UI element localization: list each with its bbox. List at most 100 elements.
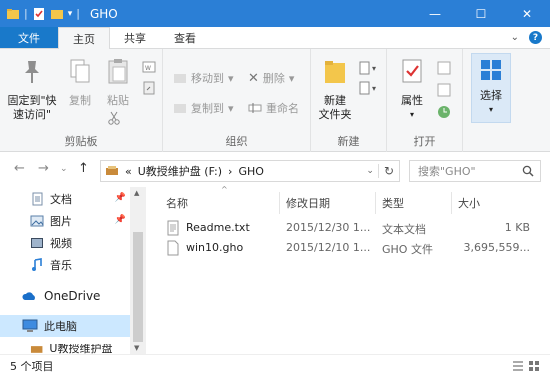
file-name: win10.gho xyxy=(186,241,244,254)
minimize-button[interactable]: — xyxy=(412,0,458,27)
address-folder[interactable]: GHO xyxy=(238,165,263,178)
back-button[interactable]: ← xyxy=(14,161,25,176)
new-folder-quick-icon[interactable] xyxy=(50,7,64,21)
file-type: 文本文档 xyxy=(382,223,426,236)
open-group: 属性 ▾ 打开 xyxy=(387,49,463,152)
nav-item-onedrive[interactable]: OneDrive xyxy=(0,285,130,307)
nav-item-videos[interactable]: 视频 xyxy=(0,232,130,254)
file-date: 2015/12/30 1... xyxy=(286,221,371,234)
search-icon[interactable] xyxy=(522,165,534,177)
pin-label-line1: 固定到"快 xyxy=(7,94,57,107)
pin-icon xyxy=(25,61,39,83)
properties-button[interactable]: 属性 ▾ xyxy=(395,57,429,122)
videos-icon xyxy=(31,238,43,248)
copy-label: 复制 xyxy=(69,94,91,107)
nav-label-this-pc: 此电脑 xyxy=(44,320,77,333)
item-count: 5 个项目 xyxy=(10,359,54,373)
collapse-ribbon-icon[interactable]: ⌄ xyxy=(511,32,519,43)
details-view-icon[interactable] xyxy=(512,360,524,372)
delete-button[interactable]: ✕ 删除 ▾ xyxy=(248,70,294,86)
scroll-down-icon[interactable]: ▼ xyxy=(134,344,139,352)
organize-group-label: 组织 xyxy=(225,135,248,148)
nav-item-drive-f[interactable]: U教授维护盘 (F:) xyxy=(0,344,130,354)
ribbon: 固定到"快 速访问" 复制 粘贴 W 剪贴板 移动到 ▾ 复制到 ▾ ✕ 删除 ▾ xyxy=(0,49,550,152)
clipboard-group-label: 剪贴板 xyxy=(64,135,98,148)
computer-icon xyxy=(22,319,38,332)
svg-text:▾: ▾ xyxy=(372,84,376,93)
properties-quick-icon[interactable] xyxy=(32,7,46,21)
easy-access-icon[interactable]: ▾ xyxy=(359,81,381,95)
open-icon[interactable] xyxy=(437,61,451,75)
address-bar[interactable]: « U教授维护盘 (F:) › GHO ⌄ ↻ xyxy=(100,160,400,182)
paste-icon xyxy=(108,59,128,84)
folder-app-icon[interactable] xyxy=(6,7,20,21)
nav-item-music[interactable]: 音乐 xyxy=(0,254,130,276)
copy-path-icon[interactable]: W xyxy=(142,61,156,73)
address-prefix[interactable]: « xyxy=(125,165,132,178)
new-folder-label-2: 文件夹 xyxy=(318,108,352,121)
pictures-icon xyxy=(30,215,44,227)
history-icon[interactable] xyxy=(437,105,451,119)
delete-label: 删除 xyxy=(262,72,285,85)
select-group: 选择 ▾ xyxy=(463,49,533,152)
forward-button[interactable]: → xyxy=(38,161,49,176)
nav-scrollbar[interactable]: ▲ ▼ xyxy=(130,187,146,354)
navigation-pane: 文档 📌 图片 📌 视频 音乐 OneDrive 此电脑 U教授维护盘 (F:) xyxy=(0,187,146,354)
up-button[interactable]: ↑ xyxy=(78,161,89,176)
tab-file[interactable]: 文件 xyxy=(0,27,58,48)
cut-icon[interactable] xyxy=(107,111,121,125)
copy-to-icon xyxy=(174,104,186,113)
text-file-icon xyxy=(167,220,179,236)
help-icon[interactable]: ? xyxy=(529,31,542,44)
new-item-icon[interactable]: ▾ xyxy=(359,61,381,75)
nav-item-pictures[interactable]: 图片 📌 xyxy=(0,210,130,232)
address-sep[interactable]: › xyxy=(228,165,232,178)
select-icon xyxy=(481,60,501,80)
address-dropdown-icon[interactable]: ⌄ xyxy=(366,166,374,176)
edit-icon[interactable] xyxy=(437,83,451,97)
table-row[interactable]: win10.gho 2015/12/10 1... GHO 文件 3,695,5… xyxy=(156,238,546,258)
close-button[interactable]: ✕ xyxy=(504,0,550,27)
move-to-button[interactable]: 移动到 ▾ xyxy=(173,70,234,86)
nav-label-drive-f: U教授维护盘 (F:) xyxy=(49,344,113,354)
pin-quick-access-button[interactable]: 固定到"快 速访问" xyxy=(4,57,60,122)
tab-share[interactable]: 共享 xyxy=(110,27,160,48)
paste-button[interactable]: 粘贴 xyxy=(100,57,136,108)
maximize-button[interactable]: ☐ xyxy=(458,0,504,27)
select-label: 选择 xyxy=(480,89,502,102)
recent-locations-button[interactable]: ⌄ xyxy=(60,164,68,174)
column-header-date[interactable]: 修改日期 xyxy=(280,192,376,214)
rename-button[interactable]: 重命名 xyxy=(248,100,299,116)
address-drive[interactable]: U教授维护盘 (F:) xyxy=(138,163,222,179)
nav-item-this-pc[interactable]: 此电脑 xyxy=(0,315,130,337)
nav-scrollbar-thumb[interactable] xyxy=(133,232,143,342)
copy-button[interactable]: 复制 xyxy=(64,57,96,108)
large-icons-view-icon[interactable] xyxy=(528,360,540,372)
search-placeholder: 搜索"GHO" xyxy=(418,165,476,178)
refresh-icon[interactable]: ↻ xyxy=(377,164,399,178)
paste-shortcut-icon[interactable] xyxy=(143,81,155,95)
delete-icon: ✕ xyxy=(248,70,259,86)
pin-icon[interactable]: 📌 xyxy=(115,193,126,203)
column-header-size[interactable]: 大小 xyxy=(452,192,544,214)
ribbon-tabs: 文件 主页 共享 查看 ⌄ ? xyxy=(0,27,550,49)
select-button[interactable]: 选择 ▾ xyxy=(471,53,511,123)
scroll-up-icon[interactable]: ▲ xyxy=(134,189,139,197)
tab-view[interactable]: 查看 xyxy=(160,27,210,48)
tab-home[interactable]: 主页 xyxy=(58,27,110,49)
search-input[interactable]: 搜索"GHO" xyxy=(409,160,541,182)
quick-access-dropdown-icon[interactable]: ▾ xyxy=(68,9,73,19)
table-row[interactable]: Readme.txt 2015/12/30 1... 文本文档 1 KB xyxy=(156,218,546,238)
copy-to-button[interactable]: 复制到 ▾ xyxy=(173,100,234,116)
new-group-label: 新建 xyxy=(337,135,360,148)
pin-icon[interactable]: 📌 xyxy=(115,215,126,225)
new-folder-button[interactable]: 新建 文件夹 xyxy=(315,57,355,122)
music-icon xyxy=(32,258,42,271)
pin-label-line2: 速访问" xyxy=(12,108,52,121)
nav-item-documents[interactable]: 文档 📌 xyxy=(0,188,130,210)
file-date: 2015/12/10 1... xyxy=(286,241,371,254)
file-icon xyxy=(167,240,179,256)
column-header-type[interactable]: 类型 xyxy=(376,192,452,214)
status-bar: 5 个项目 xyxy=(0,354,550,376)
column-header-name[interactable]: 名称 xyxy=(160,192,280,214)
